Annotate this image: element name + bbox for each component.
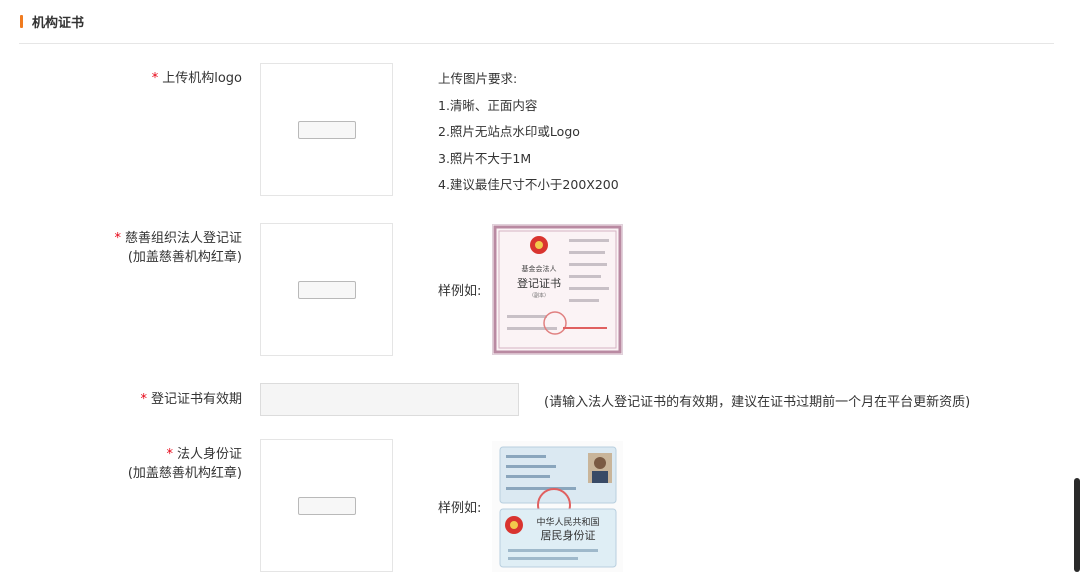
id-back-title: 中华人民共和国 — [536, 516, 599, 528]
id-back-subtitle: 居民身份证 — [541, 528, 596, 542]
cert-validity-label-text: 登记证书有效期 — [150, 392, 242, 407]
cert-validity-label: * 登记证书有效期 — [140, 390, 242, 409]
upload-requirements: 上传图片要求: 1.清晰、正面内容 2.照片无站点水印或Logo 3.照片不大于… — [438, 66, 619, 199]
requirement-item: 1.清晰、正面内容 — [438, 97, 538, 113]
section-title: 机构证书 — [32, 15, 85, 31]
required-mark: * — [114, 231, 121, 246]
legal-id-upload-button[interactable] — [298, 497, 356, 515]
required-mark: * — [166, 447, 173, 462]
required-mark: * — [151, 71, 159, 86]
cert-sample-label: 样例如: — [438, 284, 482, 299]
charity-cert-label-line1: 慈善组织法人登记证 — [124, 231, 242, 246]
requirement-item: 4.建议最佳尺寸不小于200X200 — [438, 177, 619, 192]
requirement-item: 2.照片无站点水印或Logo — [438, 124, 580, 139]
page: 机构证书 * 上传机构logo 上传图片要求: 1.清晰、正面内容 2.照片无站点… — [0, 0, 1080, 572]
cert-sample-line1: 基金会法人 — [522, 264, 557, 273]
section-header: 机构证书 — [20, 11, 84, 31]
legal-id-label-line1: 法人身份证 — [176, 447, 242, 462]
charity-cert-label: * 慈善组织法人登记证 (加盖慈善机构红章) — [114, 229, 242, 267]
charity-cert-upload-button[interactable] — [298, 281, 356, 299]
cert-validity-hint: (请输入法人登记证书的有效期，建议在证书过期前一个月在平台更新资质) — [544, 395, 971, 410]
legal-id-label-line2: (加盖慈善机构红章) — [127, 466, 242, 481]
cert-sample-line3: （副本） — [529, 292, 549, 299]
id-sample-image: 中华人民共和国 居民身份证 — [492, 441, 623, 572]
logo-label-text: 上传机构logo — [162, 71, 242, 86]
logo-label: * 上传机构logo — [152, 69, 242, 88]
cert-sample-line2: 登记证书 — [517, 276, 561, 290]
cert-sample-image: 基金会法人 登记证书 （副本） — [492, 224, 623, 355]
id-sample-graphic: 中华人民共和国 居民身份证 — [499, 446, 617, 568]
charity-cert-upload-box[interactable] — [260, 223, 393, 356]
required-mark: * — [140, 392, 147, 407]
legal-id-upload-box[interactable] — [260, 439, 393, 572]
section-accent-bar — [20, 14, 23, 28]
scrollbar[interactable] — [1074, 478, 1080, 572]
cert-sample-graphic: 基金会法人 登记证书 （副本） — [493, 225, 622, 354]
logo-upload-button[interactable] — [298, 121, 356, 139]
upload-requirements-title: 上传图片要求: — [438, 71, 518, 86]
logo-upload-box[interactable] — [260, 63, 393, 196]
legal-id-label: * 法人身份证 (加盖慈善机构红章) — [128, 445, 242, 483]
requirement-item: 3.照片不大于1M — [438, 150, 532, 166]
id-sample-label: 样例如: — [438, 501, 482, 516]
cert-validity-input[interactable] — [260, 383, 519, 416]
section-divider — [19, 43, 1054, 44]
charity-cert-label-line2: (加盖慈善机构红章) — [127, 250, 242, 265]
